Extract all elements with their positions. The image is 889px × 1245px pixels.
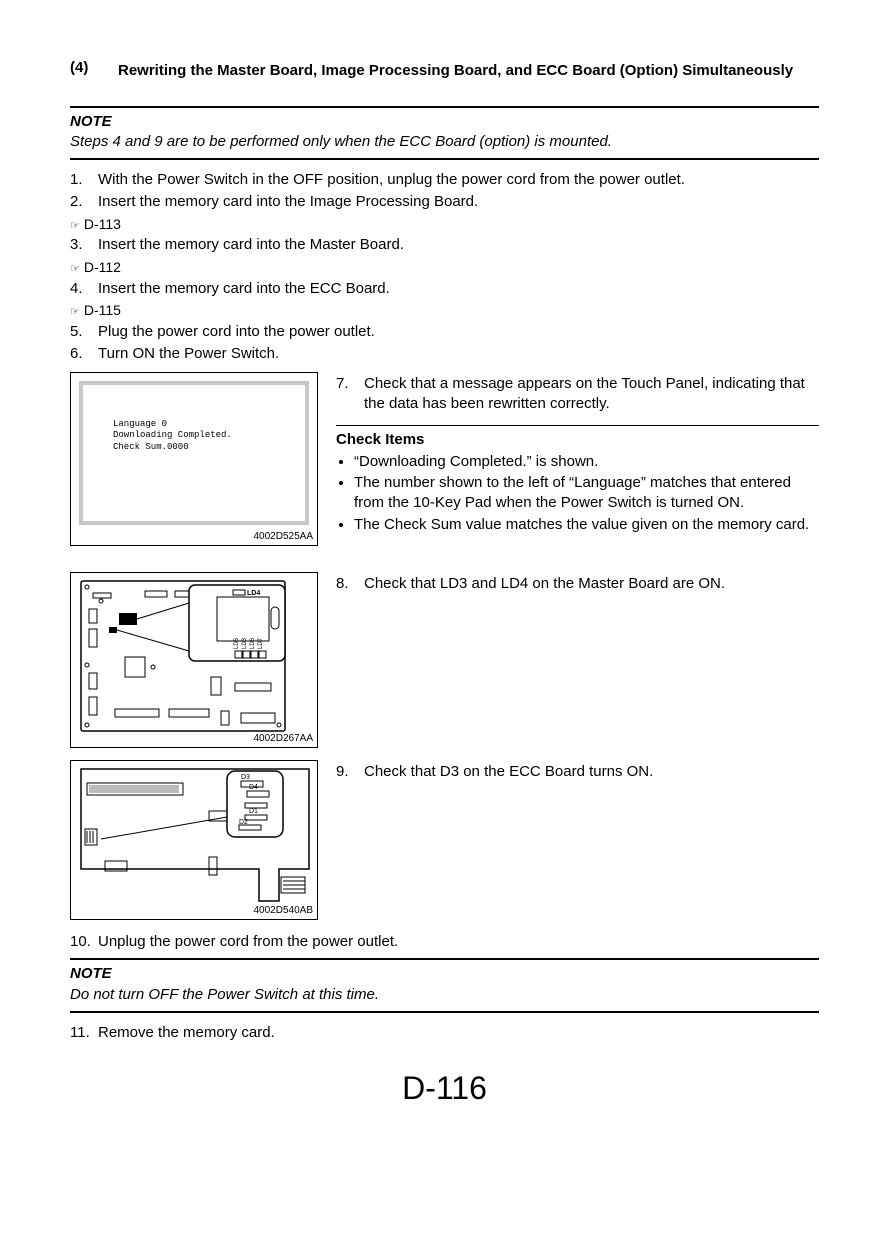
note-text: Do not turn OFF the Power Switch at this…: [70, 985, 819, 1005]
step-text: Turn ON the Power Switch.: [98, 344, 819, 364]
label-ld6: LD6: [250, 638, 256, 650]
steps-list: 1.With the Power Switch in the OFF posit…: [70, 170, 819, 213]
step-num: 9.: [336, 762, 364, 782]
step-num: 2.: [70, 192, 98, 212]
note-text: Steps 4 and 9 are to be performed only w…: [70, 132, 819, 152]
step-9: 9.Check that D3 on the ECC Board turns O…: [336, 762, 819, 782]
step-2: 2.Insert the memory card into the Image …: [70, 192, 819, 212]
row-fig3: D3 D4 D1 D2 4002D540AB 9.Check that D3 o…: [70, 760, 819, 920]
label-ld3: LD3: [242, 638, 248, 650]
step-text: Check that D3 on the ECC Board turns ON.: [364, 762, 819, 782]
row-fig1: Language 0 Downloading Completed. Check …: [70, 372, 819, 546]
label-d4: D4: [249, 784, 258, 791]
step-num: 7.: [336, 374, 364, 415]
step-1: 1.With the Power Switch in the OFF posit…: [70, 170, 819, 190]
master-board-diagram: LD4 LD5 LD3 LD6 LD7: [71, 573, 319, 749]
touch-panel-screen: Language 0 Downloading Completed. Check …: [79, 381, 309, 525]
crossref-text: D-115: [84, 302, 121, 318]
step-4: 4.Insert the memory card into the ECC Bo…: [70, 279, 819, 299]
check-item: The number shown to the left of “Languag…: [354, 473, 819, 514]
check-items-heading: Check Items: [336, 425, 819, 450]
check-items-list: “Downloading Completed.” is shown. The n…: [336, 452, 819, 535]
step-10: 10.Unplug the power cord from the power …: [70, 932, 819, 952]
steps-list: 7.Check that a message appears on the To…: [336, 374, 819, 415]
step-6: 6.Turn ON the Power Switch.: [70, 344, 819, 364]
step-num: 4.: [70, 279, 98, 299]
label-ld7: LD7: [258, 638, 264, 650]
label-ld4: LD4: [247, 590, 260, 597]
steps-list: 5.Plug the power cord into the power out…: [70, 322, 819, 365]
step-11: 11.Remove the memory card.: [70, 1023, 819, 1043]
note-block-2: NOTE Do not turn OFF the Power Switch at…: [70, 958, 819, 1013]
steps-list: 9.Check that D3 on the ECC Board turns O…: [336, 762, 819, 782]
step-num: 5.: [70, 322, 98, 342]
step-text: Unplug the power cord from the power out…: [98, 932, 819, 952]
steps-list: 8.Check that LD3 and LD4 on the Master B…: [336, 574, 819, 594]
pointing-hand-icon: ☞: [70, 306, 80, 318]
crossref-text: D-112: [84, 259, 121, 275]
right-col-1: 7.Check that a message appears on the To…: [336, 372, 819, 546]
right-col-3: 9.Check that D3 on the ECC Board turns O…: [336, 760, 819, 920]
page-number: D-116: [70, 1067, 819, 1110]
steps-list: 4.Insert the memory card into the ECC Bo…: [70, 279, 819, 299]
step-text: Insert the memory card into the Image Pr…: [98, 192, 819, 212]
label-ld5: LD5: [234, 638, 240, 650]
step-text: Check that a message appears on the Touc…: [364, 374, 819, 415]
figure-touch-panel: Language 0 Downloading Completed. Check …: [70, 372, 318, 546]
step-num: 3.: [70, 235, 98, 255]
figure-master-board: LD4 LD5 LD3 LD6 LD7: [70, 572, 318, 748]
label-d3: D3: [241, 774, 250, 781]
step-8: 8.Check that LD3 and LD4 on the Master B…: [336, 574, 819, 594]
screen-line: Language 0: [113, 419, 305, 430]
steps-list: 10.Unplug the power cord from the power …: [70, 932, 819, 952]
crossref-4: ☞ D-115: [70, 301, 819, 320]
steps-list: 11.Remove the memory card.: [70, 1023, 819, 1043]
step-text: Insert the memory card into the ECC Boar…: [98, 279, 819, 299]
crossref-2: ☞ D-113: [70, 215, 819, 234]
step-text: Insert the memory card into the Master B…: [98, 235, 819, 255]
note-label: NOTE: [70, 112, 819, 132]
steps-list: 3.Insert the memory card into the Master…: [70, 235, 819, 255]
pointing-hand-icon: ☞: [70, 220, 80, 232]
section-number: (4): [70, 58, 118, 84]
step-num: 6.: [70, 344, 98, 364]
note-block-1: NOTE Steps 4 and 9 are to be performed o…: [70, 106, 819, 161]
pointing-hand-icon: ☞: [70, 263, 80, 275]
figure-ecc-board: D3 D4 D1 D2 4002D540AB: [70, 760, 318, 920]
section-title: Rewriting the Master Board, Image Proces…: [118, 58, 819, 84]
step-num: 11.: [70, 1023, 98, 1043]
step-text: Remove the memory card.: [98, 1023, 819, 1043]
step-7: 7.Check that a message appears on the To…: [336, 374, 819, 415]
screen-line: Check Sum.0000: [113, 442, 305, 453]
row-fig2: LD4 LD5 LD3 LD6 LD7: [70, 572, 819, 748]
step-3: 3.Insert the memory card into the Master…: [70, 235, 819, 255]
figure-caption: 4002D540AB: [254, 904, 314, 918]
right-col-2: 8.Check that LD3 and LD4 on the Master B…: [336, 572, 819, 748]
screen-line: Downloading Completed.: [113, 430, 305, 441]
step-num: 10.: [70, 932, 98, 952]
crossref-text: D-113: [84, 216, 121, 232]
ecc-board-diagram: D3 D4 D1 D2: [71, 761, 319, 921]
figure-caption: 4002D267AA: [254, 732, 314, 746]
step-num: 8.: [336, 574, 364, 594]
step-text: Plug the power cord into the power outle…: [98, 322, 819, 342]
note-label: NOTE: [70, 964, 819, 984]
label-d2: D2: [239, 819, 248, 826]
step-text: Check that LD3 and LD4 on the Master Boa…: [364, 574, 819, 594]
label-d1: D1: [249, 808, 258, 815]
figure-caption: 4002D525AA: [254, 530, 314, 544]
step-5: 5.Plug the power cord into the power out…: [70, 322, 819, 342]
step-num: 1.: [70, 170, 98, 190]
section-heading: (4) Rewriting the Master Board, Image Pr…: [70, 58, 819, 84]
check-item: The Check Sum value matches the value gi…: [354, 515, 819, 535]
crossref-3: ☞ D-112: [70, 258, 819, 277]
step-text: With the Power Switch in the OFF positio…: [98, 170, 819, 190]
check-item: “Downloading Completed.” is shown.: [354, 452, 819, 472]
